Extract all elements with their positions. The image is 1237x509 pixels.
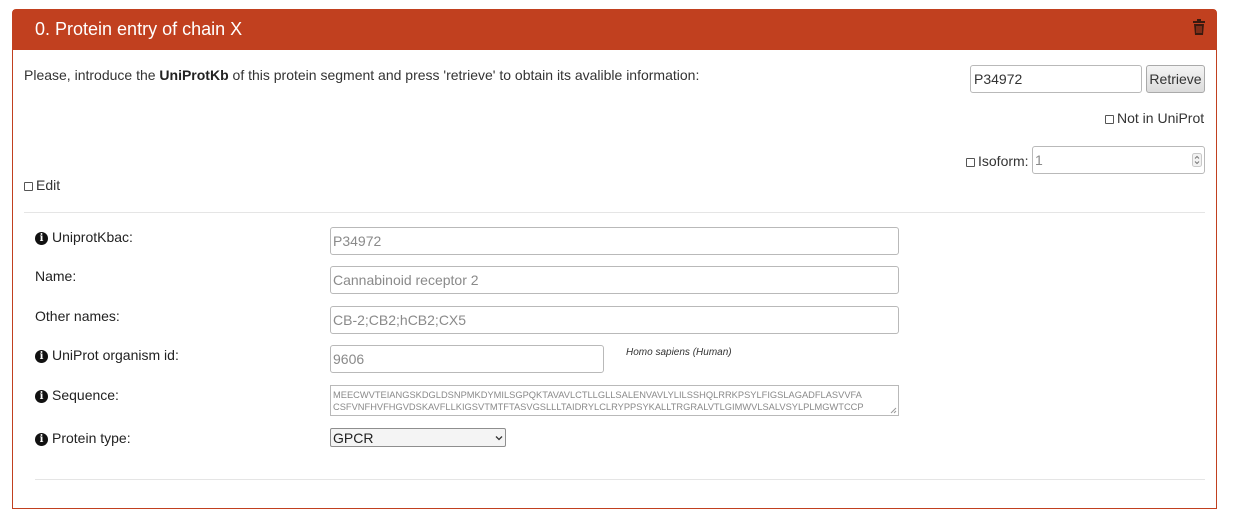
trash-icon[interactable] (1192, 19, 1206, 35)
panel-header: 0. Protein entry of chain X (13, 10, 1216, 50)
sequence-label-row: i Sequence: (35, 387, 119, 403)
info-icon[interactable]: i (35, 390, 48, 403)
not-in-uniprot-label: Not in UniProt (1117, 110, 1205, 126)
info-icon[interactable]: i (35, 350, 48, 363)
other-names-value: CB-2;CB2;hCB2;CX5 (333, 312, 467, 328)
edit-option[interactable]: Edit (24, 177, 60, 193)
protein-type-label: Protein type: (52, 430, 131, 446)
organism-label-row: i UniProt organism id: (35, 347, 179, 363)
uniprotkbac-label: UniprotKbac: (52, 229, 133, 245)
retrieve-button[interactable]: Retrieve (1146, 65, 1205, 93)
resize-handle-icon[interactable] (890, 407, 897, 414)
isoform-checkbox[interactable] (966, 157, 975, 167)
uniprotkbac-field[interactable]: P34972 (330, 227, 899, 255)
intro-suffix: of this protein segment and press 'retri… (228, 67, 700, 83)
name-value: Cannabinoid receptor 2 (333, 272, 479, 288)
spinner-arrows-icon[interactable] (1192, 153, 1202, 167)
sequence-line-1: MEECWVTEIANGSKDGLDSNPMKDYMILSGPQKTAVAVLC… (333, 390, 862, 400)
intro-prefix: Please, introduce the (24, 67, 160, 83)
organism-id-value: 9606 (333, 351, 365, 367)
panel-title: 0. Protein entry of chain X (35, 19, 243, 39)
isoform-option[interactable]: Isoform: (966, 153, 1029, 169)
isoform-label: Isoform: (978, 153, 1029, 169)
intro-text: Please, introduce the UniProtKb of this … (24, 67, 699, 83)
other-names-label: Other names: (35, 308, 120, 324)
not-in-uniprot-checkbox[interactable] (1105, 114, 1114, 124)
isoform-value: 1 (1035, 152, 1043, 168)
sequence-line-2: CSFVNFHVFHGVDSKAVFLLKIGSVTMTFTASVGSLLLTA… (333, 402, 864, 412)
protein-type-select[interactable]: GPCR (330, 428, 506, 447)
intro-bold-uniprotkb: UniProtKb (159, 67, 229, 83)
protein-entry-panel: 0. Protein entry of chain X Please, intr… (12, 9, 1217, 509)
other-names-field[interactable]: CB-2;CB2;hCB2;CX5 (330, 306, 899, 334)
uniprotkbac-label-row: i UniprotKbac: (35, 229, 133, 245)
uniprotkbac-value: P34972 (333, 233, 382, 249)
info-icon[interactable]: i (35, 232, 48, 245)
name-field[interactable]: Cannabinoid receptor 2 (330, 266, 899, 294)
edit-checkbox[interactable] (24, 181, 33, 191)
isoform-stepper[interactable]: 1 (1032, 146, 1205, 174)
organism-id-field[interactable]: 9606 (330, 345, 604, 373)
chevron-down-icon (495, 435, 503, 440)
uniprot-input[interactable] (970, 65, 1142, 93)
divider (35, 479, 1205, 480)
not-in-uniprot-option[interactable]: Not in UniProt (1105, 110, 1204, 126)
name-label: Name: (35, 268, 77, 284)
protein-type-value: GPCR (333, 429, 374, 446)
organism-label: UniProt organism id: (52, 347, 179, 363)
sequence-textarea[interactable]: MEECWVTEIANGSKDGLDSNPMKDYMILSGPQKTAVAVLC… (330, 385, 899, 416)
sequence-label: Sequence: (52, 387, 119, 403)
organism-name: Homo sapiens (Human) (626, 347, 732, 358)
divider (24, 212, 1205, 213)
edit-label: Edit (36, 177, 61, 193)
protein-type-label-row: i Protein type: (35, 430, 131, 446)
info-icon[interactable]: i (35, 433, 48, 446)
